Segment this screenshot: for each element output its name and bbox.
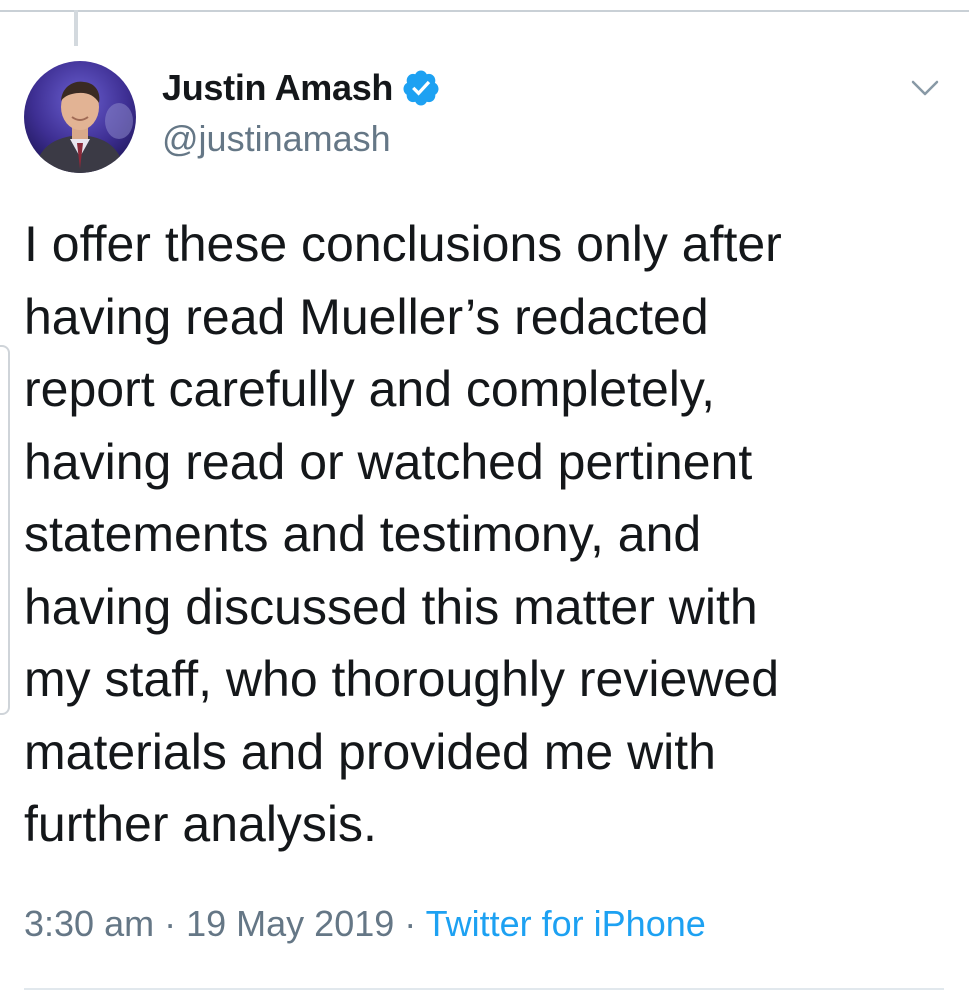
thread-connector-line bbox=[74, 10, 78, 46]
tweet-text-line: my staff, who thoroughly reviewed bbox=[24, 651, 780, 707]
chevron-down-icon[interactable] bbox=[905, 74, 945, 102]
avatar[interactable] bbox=[24, 61, 136, 173]
tweet-text-line: having read or watched pertinent bbox=[24, 433, 753, 490]
tweet-text-line: further analysis. bbox=[24, 796, 377, 852]
tweet-text-line: I offer these conclusions only after bbox=[24, 216, 782, 272]
author-name-row[interactable]: Justin Amash bbox=[162, 66, 441, 110]
scroll-edge-handle bbox=[0, 345, 10, 715]
tweet-text-line: having discussed this matter with bbox=[24, 578, 758, 635]
top-divider bbox=[0, 10, 969, 12]
tweet-text: I offer these conclusions only after hav… bbox=[24, 208, 959, 861]
tweet-text-line: materials and provided me with bbox=[24, 723, 716, 780]
tweet-text-line: having read Mueller’s redacted bbox=[24, 288, 709, 345]
author-handle[interactable]: @justinamash bbox=[162, 118, 391, 160]
meta-separator: · bbox=[164, 903, 177, 944]
bottom-divider bbox=[24, 988, 944, 990]
tweet-date[interactable]: 19 May 2019 bbox=[186, 903, 394, 944]
tweet-text-line: report carefully and completely, bbox=[24, 361, 716, 417]
tweet-time[interactable]: 3:30 am bbox=[24, 903, 154, 944]
verified-badge-icon bbox=[403, 70, 439, 106]
display-name[interactable]: Justin Amash bbox=[162, 67, 393, 109]
tweet-text-line: statements and testimony, and bbox=[24, 506, 702, 562]
profile-photo bbox=[24, 61, 136, 173]
meta-separator: · bbox=[404, 903, 417, 944]
tweet-source-link[interactable]: Twitter for iPhone bbox=[426, 903, 706, 944]
tweet-meta: 3:30 am · 19 May 2019 · Twitter for iPho… bbox=[24, 903, 706, 945]
